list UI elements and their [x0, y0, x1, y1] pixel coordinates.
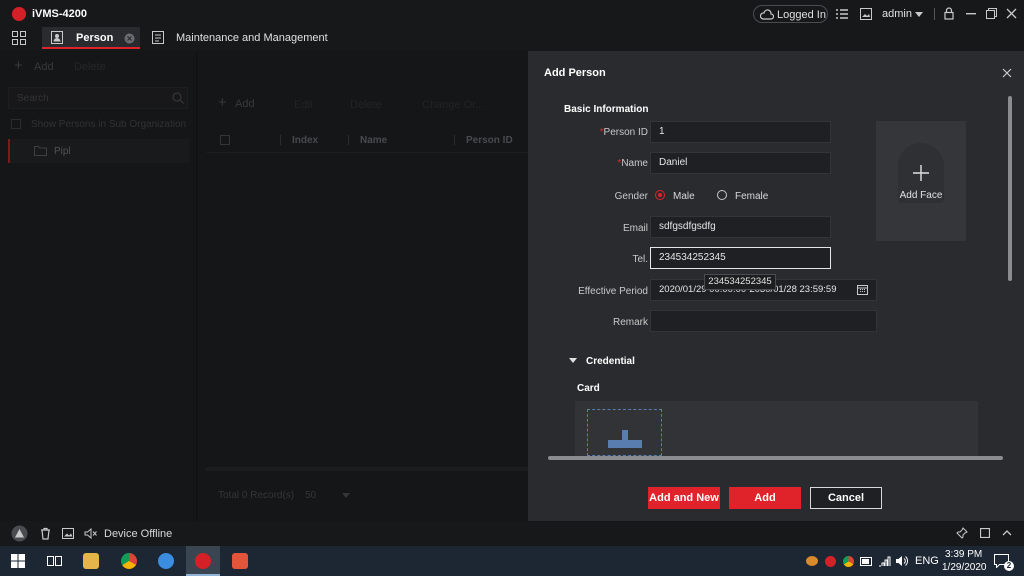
tel-label: Tel.	[632, 254, 648, 265]
gender-female-radio[interactable]	[717, 190, 727, 200]
tab-person-label: Person	[76, 32, 114, 44]
chevron-down-icon[interactable]	[915, 12, 923, 17]
section-credential[interactable]: Credential	[586, 356, 635, 367]
maintenance-icon	[152, 31, 164, 44]
title-bar: iVMS-4200 Logged In admin	[0, 0, 1024, 27]
collapse-triangle-icon[interactable]	[569, 358, 577, 363]
add-face-box[interactable]: Add Face	[876, 121, 966, 241]
minimize-icon[interactable]	[966, 13, 976, 15]
language-indicator[interactable]: ENG	[915, 555, 939, 567]
logged-in-badge[interactable]: Logged In	[753, 5, 828, 23]
cancel-button[interactable]: Cancel	[810, 487, 882, 509]
status-bar: Device Offline	[0, 521, 1024, 546]
volume-icon[interactable]	[895, 555, 908, 567]
tray-chrome-icon[interactable]	[843, 556, 854, 567]
radio-dot	[658, 193, 662, 197]
vertical-scrollbar[interactable]	[1008, 96, 1012, 281]
add-person-dialog: Add Person Basic Information *Person ID …	[528, 51, 1024, 521]
image-icon[interactable]	[62, 528, 74, 539]
task-view-icon[interactable]	[47, 554, 62, 568]
email-label: Email	[622, 223, 648, 234]
divider	[934, 8, 935, 20]
tel-tooltip: 234534252345	[704, 274, 776, 290]
app-title: iVMS-4200	[32, 8, 88, 20]
taskbar-ivms[interactable]	[186, 546, 220, 576]
pin-icon[interactable]	[956, 527, 968, 539]
chrome-icon[interactable]	[121, 553, 137, 569]
tab-maintenance[interactable]: Maintenance and Management	[150, 27, 350, 49]
window-icon[interactable]	[980, 528, 990, 538]
clock-time[interactable]: 3:39 PM	[945, 549, 982, 560]
dialog-title: Add Person	[544, 67, 606, 79]
warning-icon[interactable]	[11, 525, 28, 542]
gender-label: Gender	[614, 191, 648, 202]
image-icon[interactable]	[860, 8, 872, 20]
app-logo-icon	[12, 7, 26, 21]
name-label: *Name	[617, 158, 648, 169]
teamviewer-icon[interactable]	[158, 553, 174, 569]
card-label: Card	[577, 383, 600, 394]
add-card-button[interactable]	[587, 409, 662, 456]
logged-in-label: Logged In	[777, 9, 826, 21]
section-basic-info: Basic Information	[564, 104, 649, 115]
add-face-label: Add Face	[899, 190, 943, 201]
app-icon[interactable]	[232, 553, 248, 569]
clock-date[interactable]: 1/29/2020	[942, 562, 987, 573]
lock-icon[interactable]	[944, 7, 954, 20]
windows-taskbar: ENG 3:39 PM 1/29/2020 2	[0, 546, 1024, 576]
period-label: Effective Period	[578, 286, 648, 297]
name-field[interactable]: Daniel	[650, 152, 831, 174]
email-field[interactable]: sdfgsdfgsdfg	[650, 216, 831, 238]
tray-app-icon[interactable]	[806, 556, 818, 566]
tab-close-icon[interactable]	[124, 33, 135, 44]
modal-overlay	[0, 51, 528, 521]
cloud-icon	[760, 9, 774, 20]
remark-field[interactable]	[650, 310, 877, 332]
chevron-up-icon[interactable]	[1002, 529, 1012, 536]
tray-ivms-icon[interactable]	[825, 556, 836, 567]
windows-start-icon[interactable]	[11, 554, 25, 568]
tab-maintenance-label: Maintenance and Management	[176, 32, 328, 44]
speaker-muted-icon[interactable]	[84, 528, 97, 539]
grid-menu-icon[interactable]	[12, 31, 26, 45]
dialog-close-icon[interactable]	[1002, 68, 1012, 78]
calendar-icon[interactable]	[857, 284, 868, 295]
notification-count: 2	[1004, 561, 1014, 571]
person-id-label: *Person ID	[599, 127, 648, 138]
person-card-icon	[51, 31, 63, 44]
person-id-field[interactable]: 1	[650, 121, 831, 143]
battery-icon[interactable]	[860, 557, 873, 566]
gender-female-label[interactable]: Female	[735, 191, 768, 202]
tel-field[interactable]: 234534252345	[650, 247, 831, 269]
add-button[interactable]: Add	[729, 487, 801, 509]
tab-bar: Person Maintenance and Management	[0, 27, 1024, 51]
trash-icon[interactable]	[40, 527, 51, 540]
tab-person[interactable]: Person	[42, 27, 140, 49]
gender-male-radio[interactable]	[655, 190, 665, 200]
restore-icon[interactable]	[986, 8, 997, 19]
close-icon[interactable]	[1006, 8, 1017, 19]
horizontal-scrollbar[interactable]	[548, 456, 1003, 460]
list-icon[interactable]	[836, 9, 848, 19]
plus-icon	[913, 165, 929, 181]
ivms-icon	[195, 553, 211, 569]
file-explorer-icon[interactable]	[83, 553, 99, 569]
card-area	[575, 401, 978, 456]
device-status: Device Offline	[104, 528, 173, 540]
network-icon[interactable]	[878, 555, 891, 567]
remark-label: Remark	[612, 317, 648, 328]
user-name[interactable]: admin	[882, 8, 912, 20]
card-reader-icon	[608, 430, 642, 448]
gender-male-label[interactable]: Male	[673, 191, 695, 202]
add-and-new-button[interactable]: Add and New	[648, 487, 720, 509]
